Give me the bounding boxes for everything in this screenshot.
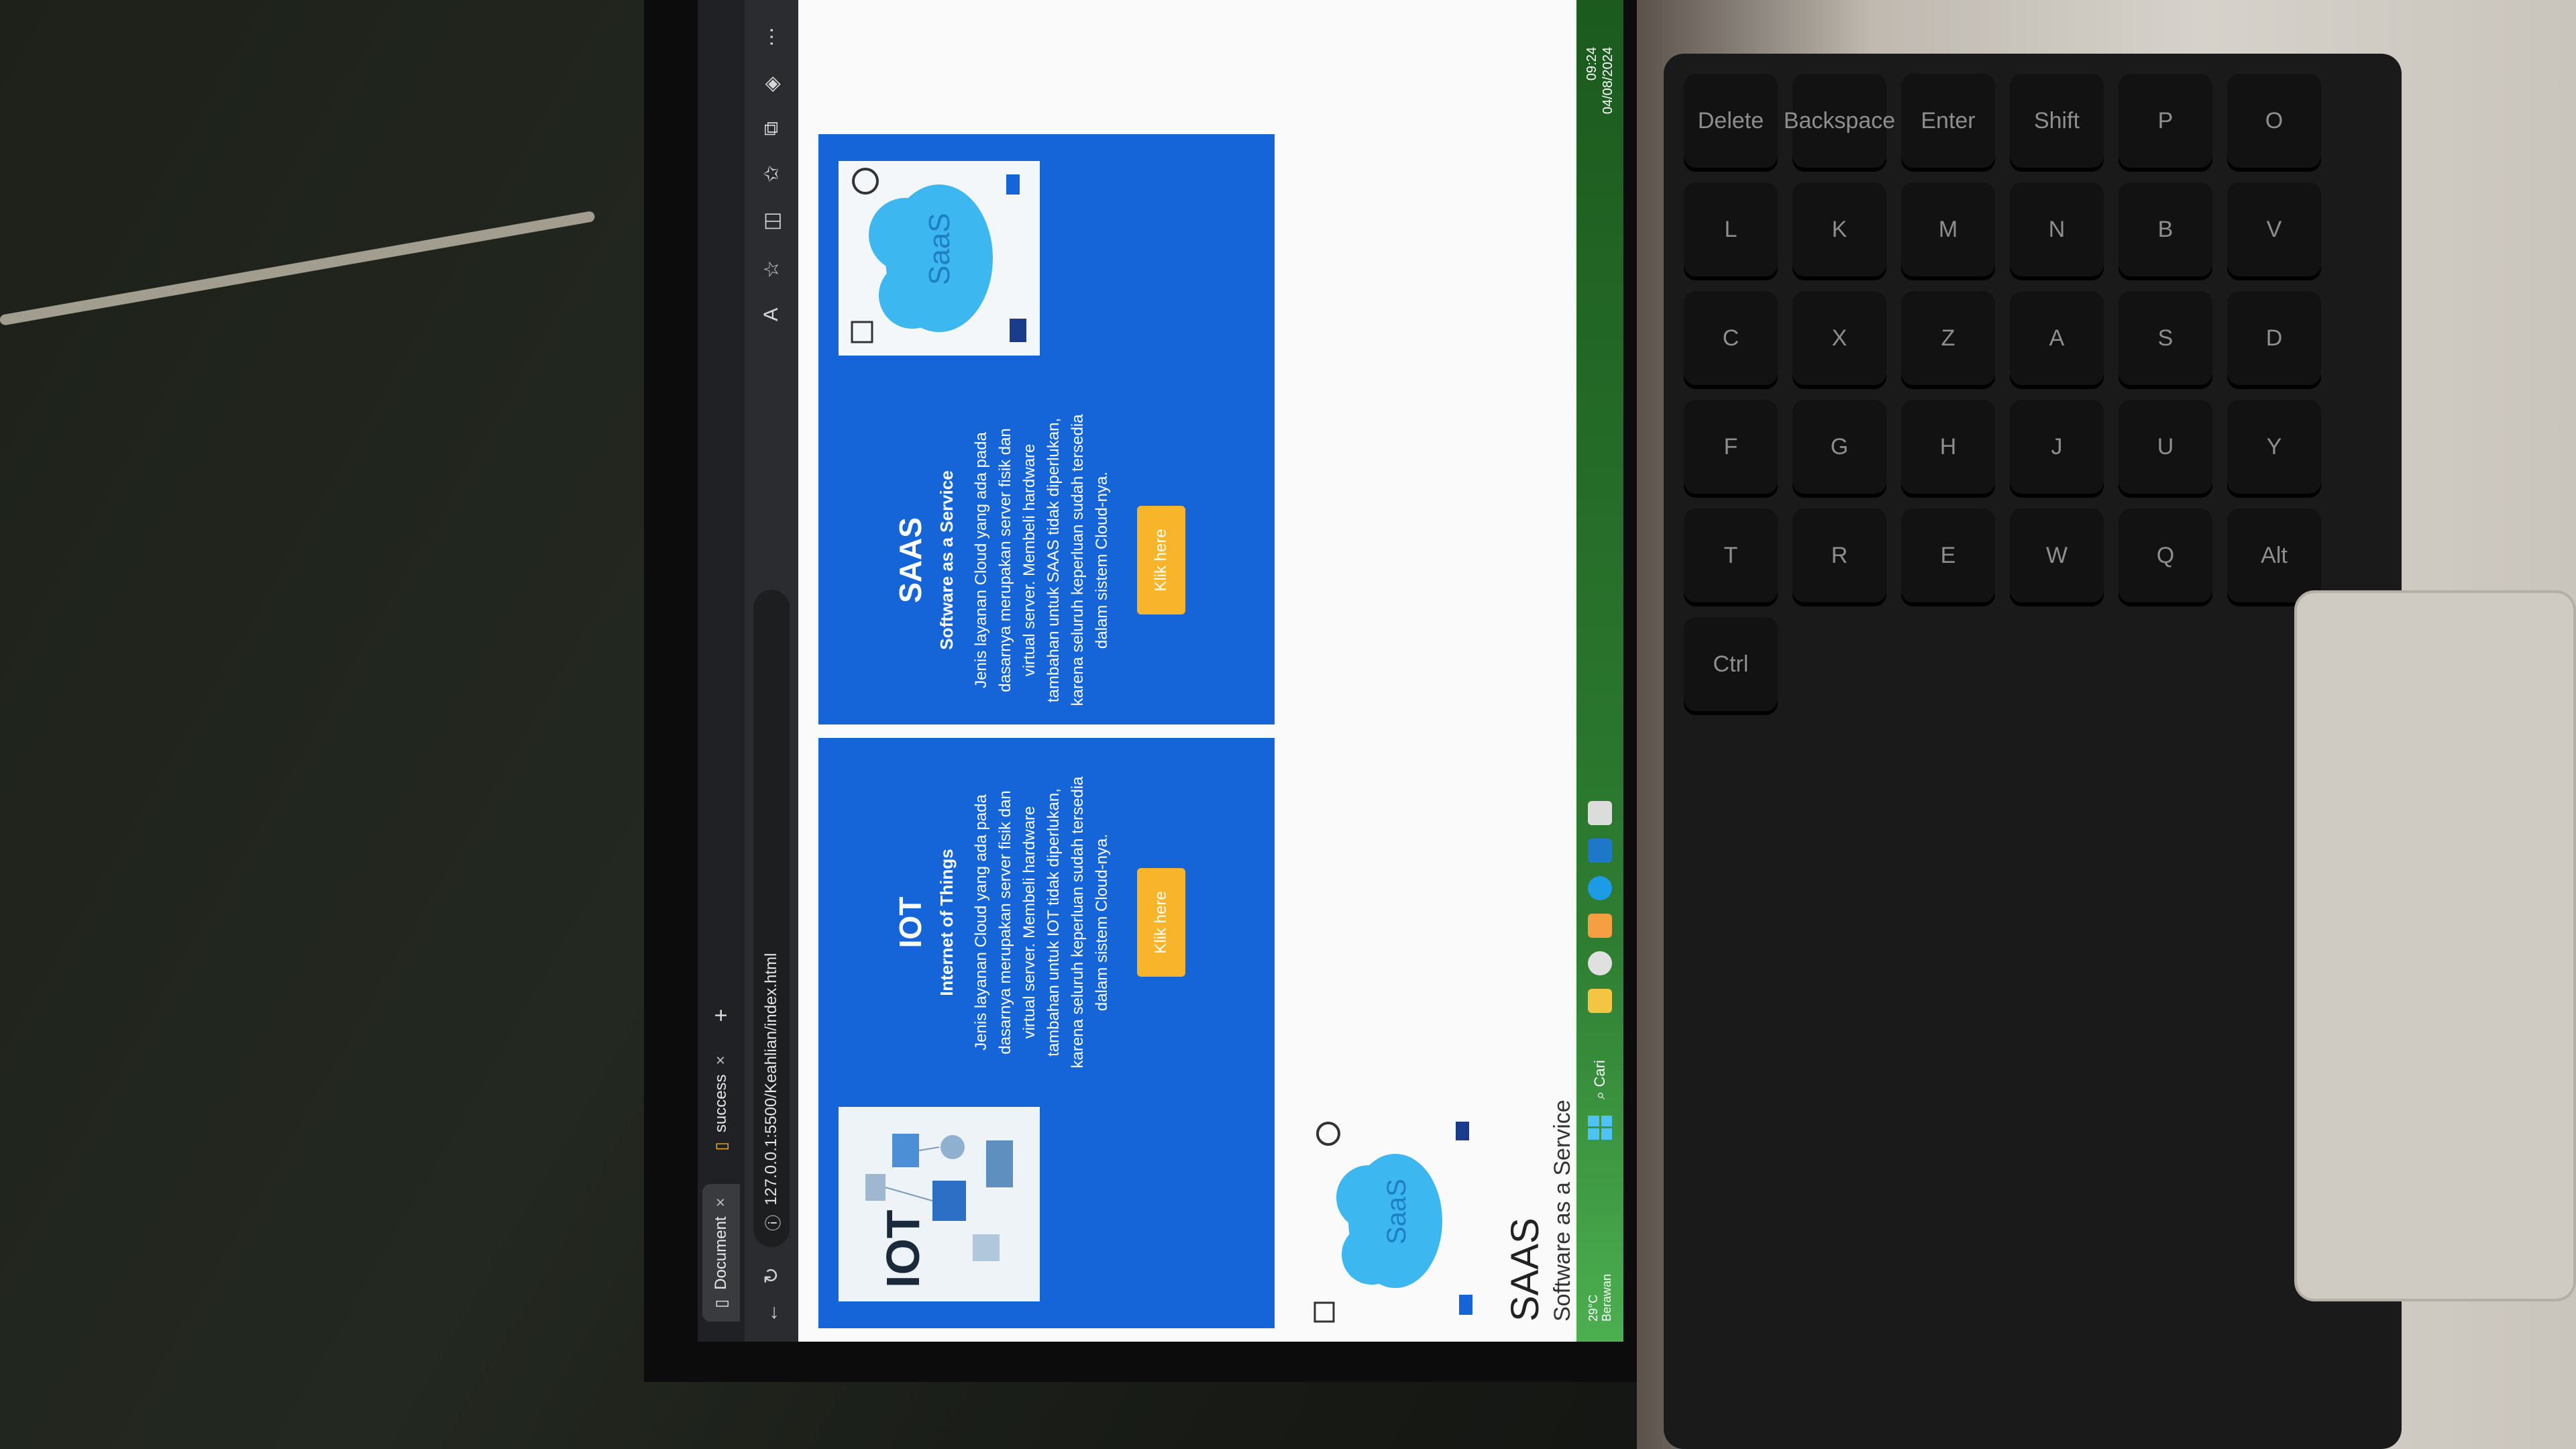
url-text: 127.0.0.1:5500/Keahlian/index.html bbox=[762, 953, 780, 1205]
keyboard-key: X bbox=[1792, 291, 1886, 385]
keyboard-key: Y bbox=[2227, 400, 2321, 494]
section-title: SAAS bbox=[1503, 1218, 1547, 1322]
lower-image-label: SaaS bbox=[1382, 1179, 1411, 1244]
taskbar-apps bbox=[1588, 801, 1612, 1014]
iot-klik-button[interactable]: Klik here bbox=[1137, 868, 1185, 977]
keyboard: Delete Backspace Enter Shift P O L K M N B V C X Z A S D F… bbox=[1664, 54, 2402, 1449]
saas-card: SaaS SAAS Software as a Service Jenis la… bbox=[818, 134, 1275, 724]
edge-icon[interactable] bbox=[1588, 876, 1612, 901]
keyboard-key: Q bbox=[2118, 508, 2212, 602]
keyboard-key: O bbox=[2227, 74, 2321, 168]
tab-success[interactable]: ▯ success × bbox=[702, 1042, 740, 1164]
keyboard-key: S bbox=[2118, 291, 2212, 385]
keyboard-key: T bbox=[1684, 508, 1778, 602]
saas-klik-button[interactable]: Klik here bbox=[1137, 506, 1185, 614]
favorite-icon[interactable]: ☆ bbox=[760, 260, 784, 278]
search-icon: ⌕ bbox=[1591, 1087, 1608, 1099]
favorites-icon[interactable]: ✩ bbox=[760, 166, 784, 182]
clock-date: 04/08/2024 bbox=[1601, 47, 1615, 115]
keyboard-key: B bbox=[2118, 182, 2212, 276]
card-title: IOT bbox=[893, 896, 928, 949]
iot-card: IOT IOT Internet of Things Jenis layanan… bbox=[818, 738, 1275, 1328]
saas-lower-section: SaaS SAAS Software as a Service bbox=[1308, 926, 1576, 1328]
new-tab-icon[interactable]: + bbox=[708, 1009, 735, 1022]
weather-desc: Berawan bbox=[1600, 1273, 1613, 1322]
keyboard-key: W bbox=[2010, 508, 2104, 602]
iot-image: IOT bbox=[839, 1107, 1040, 1301]
address-bar: ← ↻ ⓘ 127.0.0.1:5500/Keahlian/index.html… bbox=[745, 0, 798, 1342]
keyboard-key: L bbox=[1684, 182, 1778, 276]
keyboard-key: U bbox=[2118, 400, 2212, 494]
page-content: IOT IOT Internet of Things Jenis layanan… bbox=[798, 0, 1576, 1342]
info-icon: ⓘ bbox=[764, 1214, 783, 1231]
keyboard-key: D bbox=[2227, 291, 2321, 385]
system-clock[interactable]: 09:24 04/08/2024 bbox=[1584, 47, 1616, 114]
split-screen-icon[interactable]: ◫ bbox=[760, 212, 784, 231]
card-subtitle: Internet of Things bbox=[936, 849, 957, 996]
section-subtitle: Software as a Service bbox=[1550, 1099, 1575, 1322]
saas-image: SaaS bbox=[839, 161, 1040, 356]
toolbar-icons: A ☆ ◫ ✩ ⧉ ◈ ⋯ bbox=[760, 27, 784, 321]
chrome-icon[interactable] bbox=[1588, 951, 1612, 976]
file-explorer-icon[interactable] bbox=[1588, 989, 1612, 1014]
keyboard-key: J bbox=[2010, 400, 2104, 494]
saas-card-body: SAAS Software as a Service Jenis layanan… bbox=[892, 409, 1185, 711]
keyboard-key: R bbox=[1792, 508, 1886, 602]
browser-window: ▯ Document × ▯ success × + ← ↻ ⓘ 127.0.0… bbox=[698, 0, 1623, 1342]
store-icon[interactable] bbox=[1588, 914, 1612, 938]
card-subtitle: Software as a Service bbox=[936, 470, 957, 650]
tab-label: success bbox=[712, 1074, 730, 1133]
keyboard-key: Ctrl bbox=[1684, 617, 1778, 711]
tab-bar: ▯ Document × ▯ success × + bbox=[698, 0, 745, 1342]
tab-label: Document bbox=[712, 1216, 730, 1290]
keyboard-key: P bbox=[2118, 74, 2212, 168]
keyboard-key: N bbox=[2010, 182, 2104, 276]
saas-cloud-diagram: SaaS bbox=[1313, 1122, 1472, 1323]
keyboard-key: Shift bbox=[2010, 74, 2104, 168]
keyboard-key: V bbox=[2227, 182, 2321, 276]
url-field[interactable]: ⓘ 127.0.0.1:5500/Keahlian/index.html bbox=[753, 589, 790, 1247]
read-aloud-icon[interactable]: A bbox=[760, 308, 784, 321]
iot-image-label: IOT bbox=[877, 1210, 929, 1288]
card-description: Jenis layanan Cloud yang ada pada dasarn… bbox=[972, 776, 1111, 1069]
keyboard-key: K bbox=[1792, 182, 1886, 276]
saas-image-label: SaaS bbox=[923, 213, 956, 285]
reload-icon[interactable]: ↻ bbox=[760, 1267, 784, 1284]
close-icon[interactable]: × bbox=[712, 1055, 731, 1065]
copilot-icon[interactable]: ◈ bbox=[760, 76, 784, 92]
search-placeholder: Cari bbox=[1591, 1060, 1608, 1087]
trackpad bbox=[2294, 590, 2576, 1301]
keyboard-key: Z bbox=[1901, 291, 1995, 385]
keyboard-key: Backspace bbox=[1784, 74, 1895, 168]
keyboard-key: E bbox=[1901, 508, 1995, 602]
vscode-icon[interactable] bbox=[1588, 839, 1612, 863]
back-icon[interactable]: ← bbox=[760, 1303, 783, 1323]
keyboard-key: H bbox=[1901, 400, 1995, 494]
more-icon[interactable]: ⋯ bbox=[760, 27, 784, 47]
keyboard-key: Enter bbox=[1901, 74, 1995, 168]
laptop-screen: ▯ Document × ▯ success × + ← ↻ ⓘ 127.0.0… bbox=[698, 0, 1623, 1342]
keyboard-key: M bbox=[1901, 182, 1995, 276]
windows-start-icon[interactable] bbox=[1588, 1115, 1612, 1140]
card-description: Jenis layanan Cloud yang ada pada dasarn… bbox=[972, 414, 1111, 706]
document-icon: ▯ bbox=[712, 1299, 731, 1308]
card-title: SAAS bbox=[893, 517, 928, 603]
document-icon: ▯ bbox=[712, 1142, 731, 1151]
collections-icon[interactable]: ⧉ bbox=[760, 121, 784, 136]
keyboard-key: Alt bbox=[2227, 508, 2321, 602]
keyboard-key: G bbox=[1792, 400, 1886, 494]
keyboard-key: Delete bbox=[1684, 74, 1778, 168]
app-icon[interactable] bbox=[1588, 801, 1612, 826]
keyboard-key: F bbox=[1684, 400, 1778, 494]
clock-time: 09:24 bbox=[1585, 47, 1599, 81]
weather-temp: 29°C bbox=[1587, 1294, 1600, 1322]
close-icon[interactable]: × bbox=[712, 1197, 731, 1207]
taskbar-search[interactable]: ⌕ Cari bbox=[1591, 1060, 1609, 1099]
windows-taskbar: 29°C Berawan ⌕ Cari 09:24 04/08/2024 bbox=[1576, 0, 1623, 1342]
keyboard-key: A bbox=[2010, 291, 2104, 385]
iot-card-body: IOT Internet of Things Jenis layanan Clo… bbox=[892, 771, 1185, 1073]
tab-document[interactable]: ▯ Document × bbox=[702, 1184, 740, 1322]
keyboard-key: C bbox=[1684, 291, 1778, 385]
weather-widget[interactable]: 29°C Berawan bbox=[1587, 1274, 1613, 1322]
